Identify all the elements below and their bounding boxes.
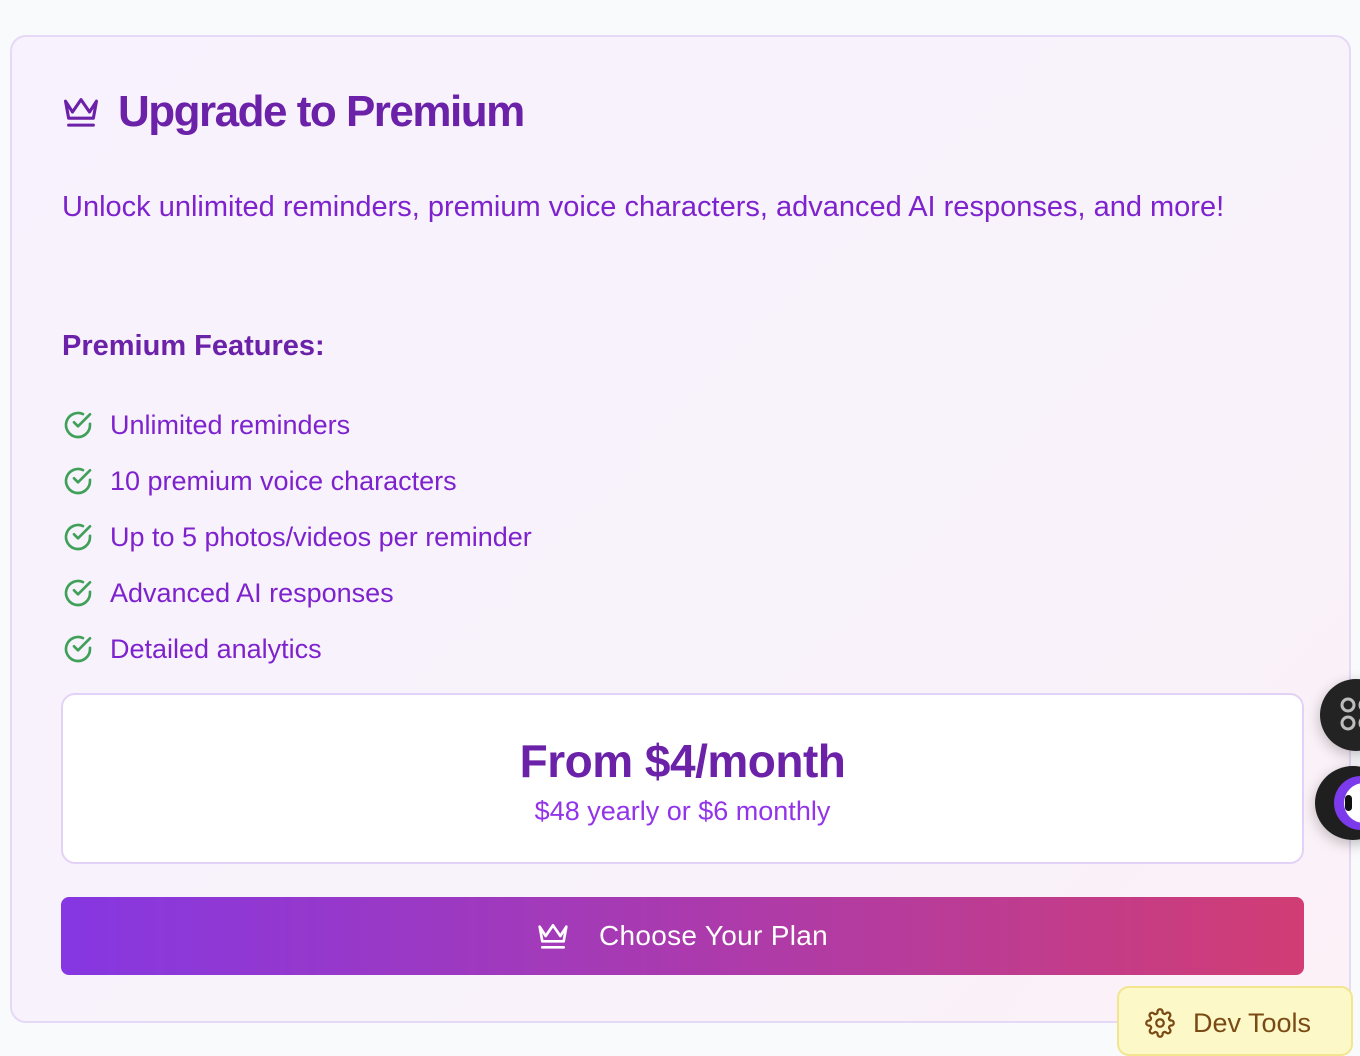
dev-tools-label: Dev Tools	[1193, 1008, 1312, 1038]
list-item: Up to 5 photos/videos per reminder	[62, 509, 532, 565]
card-subtitle: Unlock unlimited reminders, premium voic…	[62, 191, 1225, 223]
feature-label: Advanced AI responses	[110, 577, 394, 608]
price-headline: From $4/month	[519, 735, 846, 787]
card-header: Upgrade to Premium	[62, 87, 525, 136]
features-heading: Premium Features:	[62, 330, 325, 362]
choose-plan-label: Choose Your Plan	[599, 920, 828, 951]
check-circle-icon	[64, 579, 92, 607]
floating-assistant-button[interactable]	[1315, 766, 1360, 840]
command-icon	[1340, 697, 1360, 731]
feature-label: Detailed analytics	[110, 633, 322, 664]
list-item: 10 premium voice characters	[62, 453, 532, 509]
choose-plan-button[interactable]: Choose Your Plan	[61, 897, 1304, 975]
list-item: Unlimited reminders	[62, 397, 532, 453]
feature-label: Unlimited reminders	[110, 409, 351, 440]
list-item: Advanced AI responses	[62, 565, 532, 621]
feature-label: 10 premium voice characters	[110, 465, 457, 496]
feature-list: Unlimited reminders 10 premium voice cha…	[62, 397, 532, 677]
check-circle-icon	[64, 635, 92, 663]
pricing-box: From $4/month $48 yearly or $6 monthly	[61, 693, 1304, 864]
gear-icon	[1145, 1008, 1175, 1038]
list-item: Detailed analytics	[62, 621, 532, 677]
upgrade-premium-card: Upgrade to Premium Unlock unlimited remi…	[10, 35, 1351, 1023]
check-circle-icon	[64, 411, 92, 439]
price-detail: $48 yearly or $6 monthly	[534, 796, 831, 826]
crown-icon	[538, 924, 568, 949]
check-circle-icon	[64, 523, 92, 551]
dev-tools-button[interactable]: Dev Tools	[1117, 986, 1353, 1056]
crown-icon	[64, 98, 98, 127]
assistant-icon	[1334, 776, 1360, 830]
check-circle-icon	[64, 467, 92, 495]
page-title: Upgrade to Premium	[118, 87, 525, 136]
feature-label: Up to 5 photos/videos per reminder	[110, 521, 532, 552]
